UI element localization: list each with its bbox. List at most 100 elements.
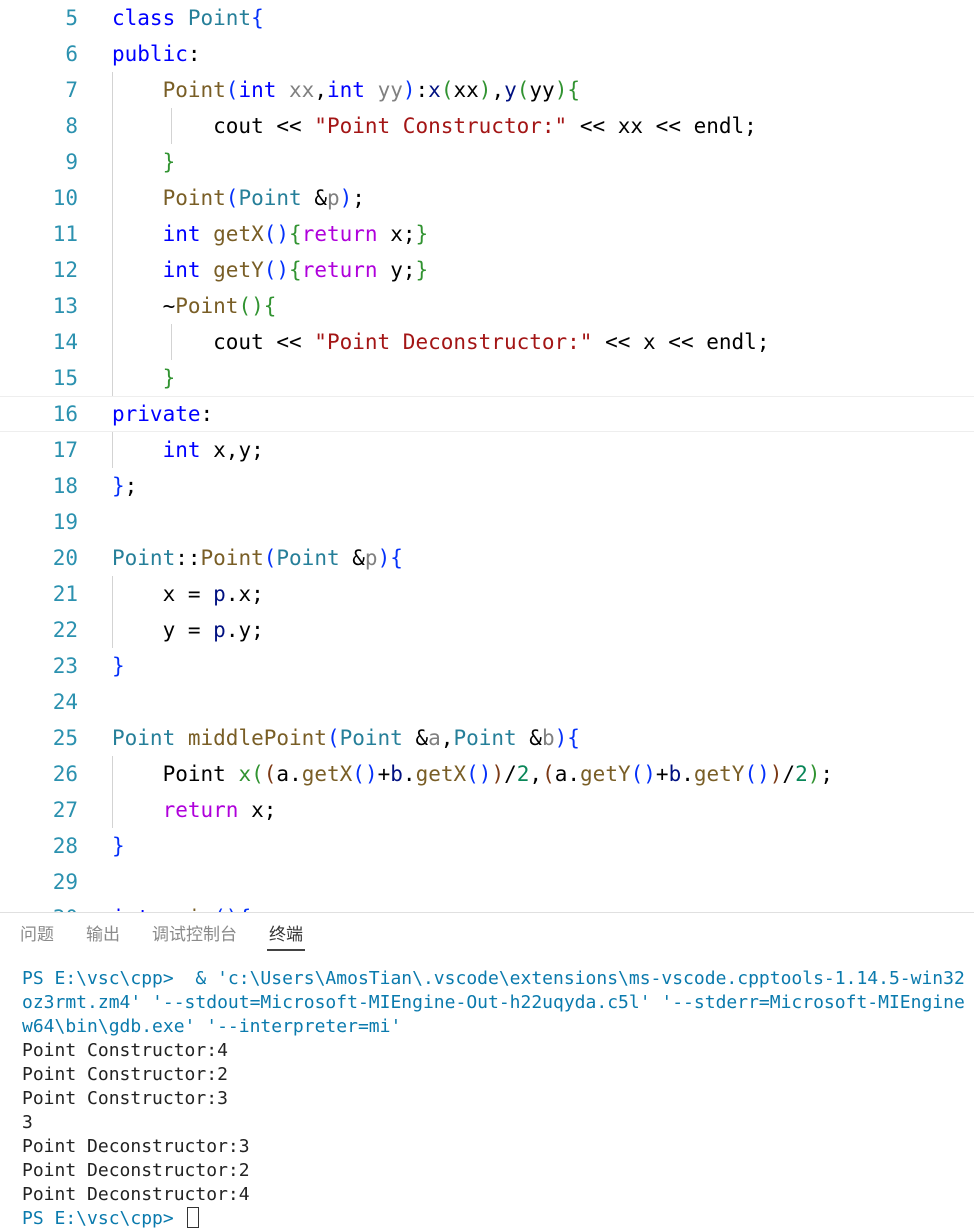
- code-token: Point: [112, 762, 239, 786]
- code-line-8[interactable]: 8 cout << "Point Constructor:" << xx << …: [0, 108, 974, 144]
- code-line-22[interactable]: 22 y = p.y;: [0, 612, 974, 648]
- code-token: "Point Constructor:": [314, 114, 568, 138]
- code-token: int: [238, 78, 290, 102]
- terminal-cursor: [186, 1207, 199, 1228]
- terminal-output[interactable]: PS E:\vsc\cpp> & 'c:\Users\AmosTian\.vsc…: [0, 957, 974, 1232]
- code-line-26[interactable]: 26 Point x((a.getX()+b.getX())/2,(a.getY…: [0, 756, 974, 792]
- line-number: 26: [52, 762, 78, 786]
- code-line-17[interactable]: 17 int x,y;: [0, 432, 974, 468]
- code-line-20[interactable]: 20 Point::Point(Point &p){: [0, 540, 974, 576]
- code-line-9[interactable]: 9 }: [0, 144, 974, 180]
- code-token: (): [263, 258, 290, 282]
- code-text: public:: [112, 36, 201, 72]
- code-token: b: [541, 726, 555, 750]
- code-line-11[interactable]: 11 int getX(){return x;}: [0, 216, 974, 252]
- code-token: getY: [693, 762, 745, 786]
- line-number: 13: [52, 294, 78, 318]
- line-number: 18: [52, 474, 78, 498]
- panel-tab-2[interactable]: 调试控制台: [150, 913, 239, 957]
- code-token: Point: [187, 6, 252, 30]
- panel-tab-1[interactable]: 输出: [84, 913, 122, 957]
- code-token: &: [301, 186, 327, 210]
- code-token: }: [415, 258, 429, 282]
- panel-tab-0[interactable]: 问题: [18, 913, 56, 957]
- code-token: x: [428, 78, 441, 102]
- panel-tab-bar: 问题 输出 调试控制台 终端: [0, 913, 974, 957]
- terminal-prompt-line[interactable]: PS E:\vsc\cpp>: [22, 1207, 974, 1231]
- code-token: yy: [529, 78, 555, 102]
- code-line-6[interactable]: 6 public:: [0, 36, 974, 72]
- code-token: int: [326, 78, 378, 102]
- code-token: Point: [175, 294, 239, 318]
- code-token: p: [364, 546, 378, 570]
- terminal-line: Point Constructor:4: [22, 1040, 228, 1061]
- code-token: private: [112, 402, 201, 426]
- code-line-30[interactable]: 30 int main(){: [0, 900, 974, 912]
- line-number: 24: [52, 690, 78, 714]
- code-token: }: [162, 150, 176, 174]
- terminal-line: w64\bin\gdb.exe' '--interpreter=mi': [22, 1016, 402, 1037]
- code-line-16[interactable]: 16 private:: [0, 396, 974, 432]
- code-line-15[interactable]: 15 }: [0, 360, 974, 396]
- code-text: int main(){: [112, 900, 251, 912]
- panel-tab-3[interactable]: 终端: [267, 913, 305, 957]
- code-token: yy: [377, 78, 403, 102]
- code-text: };: [112, 468, 137, 504]
- code-line-21[interactable]: 21 x = p.x;: [0, 576, 974, 612]
- code-token: :: [415, 78, 429, 102]
- code-line-19[interactable]: 19: [0, 504, 974, 540]
- code-token: x;: [377, 222, 416, 246]
- code-line-28[interactable]: 28}: [0, 828, 974, 864]
- code-token: }: [112, 654, 125, 678]
- code-text: int x,y;: [112, 432, 264, 468]
- code-token: }: [112, 834, 125, 858]
- code-token: {: [263, 294, 277, 318]
- code-line-13[interactable]: 13 ~Point(){: [0, 288, 974, 324]
- code-token: public: [112, 42, 188, 66]
- code-token: middlePoint: [187, 726, 327, 750]
- code-token: x: [238, 762, 252, 786]
- line-number: 28: [52, 834, 78, 858]
- code-token: p: [326, 186, 340, 210]
- code-token: }: [162, 366, 176, 390]
- code-line-7[interactable]: 7 Point(int xx,int yy):x(xx),y(yy){: [0, 72, 974, 108]
- code-token: << xx << endl;: [567, 114, 757, 138]
- code-token: y =: [112, 618, 214, 642]
- code-line-10[interactable]: 10 Point(Point &p);: [0, 180, 974, 216]
- code-token: x;: [238, 798, 277, 822]
- code-line-24[interactable]: 24: [0, 684, 974, 720]
- code-token: .: [681, 762, 694, 786]
- code-token: (): [263, 222, 290, 246]
- line-number: 20: [52, 546, 78, 570]
- code-token: {: [289, 222, 302, 246]
- code-text: }: [112, 648, 125, 684]
- code-token: Point: [112, 726, 176, 750]
- code-token: &: [402, 726, 429, 750]
- code-token: b: [390, 762, 403, 786]
- code-line-14[interactable]: 14 cout << "Point Deconstructor:" << x <…: [0, 324, 974, 360]
- code-line-27[interactable]: 27 return x;: [0, 792, 974, 828]
- code-line-29[interactable]: 29: [0, 864, 974, 900]
- code-token: a: [276, 762, 290, 786]
- code-line-18[interactable]: 18};: [0, 468, 974, 504]
- code-text: y = p.y;: [112, 612, 264, 648]
- code-token: Point: [200, 546, 264, 570]
- code-token: {: [289, 258, 302, 282]
- code-line-12[interactable]: 12 int getY(){return y;}: [0, 252, 974, 288]
- code-token: (: [225, 78, 239, 102]
- code-token: getX: [213, 222, 264, 246]
- code-text: }: [112, 360, 176, 396]
- code-text: Point x((a.getX()+b.getX())/2,(a.getY()+…: [112, 756, 833, 792]
- code-token: .: [402, 762, 416, 786]
- code-line-5[interactable]: 5 class Point{: [0, 0, 974, 36]
- code-editor[interactable]: 5 class Point{6 public: 7 Point(int xx,int …: [0, 0, 974, 912]
- code-token: ): [769, 762, 783, 786]
- code-line-25[interactable]: 25 Point middlePoint(Point &a,Point &b){: [0, 720, 974, 756]
- code-token: (): [744, 762, 770, 786]
- terminal-line: Point Deconstructor:2: [22, 1160, 250, 1181]
- code-line-23[interactable]: 23}: [0, 648, 974, 684]
